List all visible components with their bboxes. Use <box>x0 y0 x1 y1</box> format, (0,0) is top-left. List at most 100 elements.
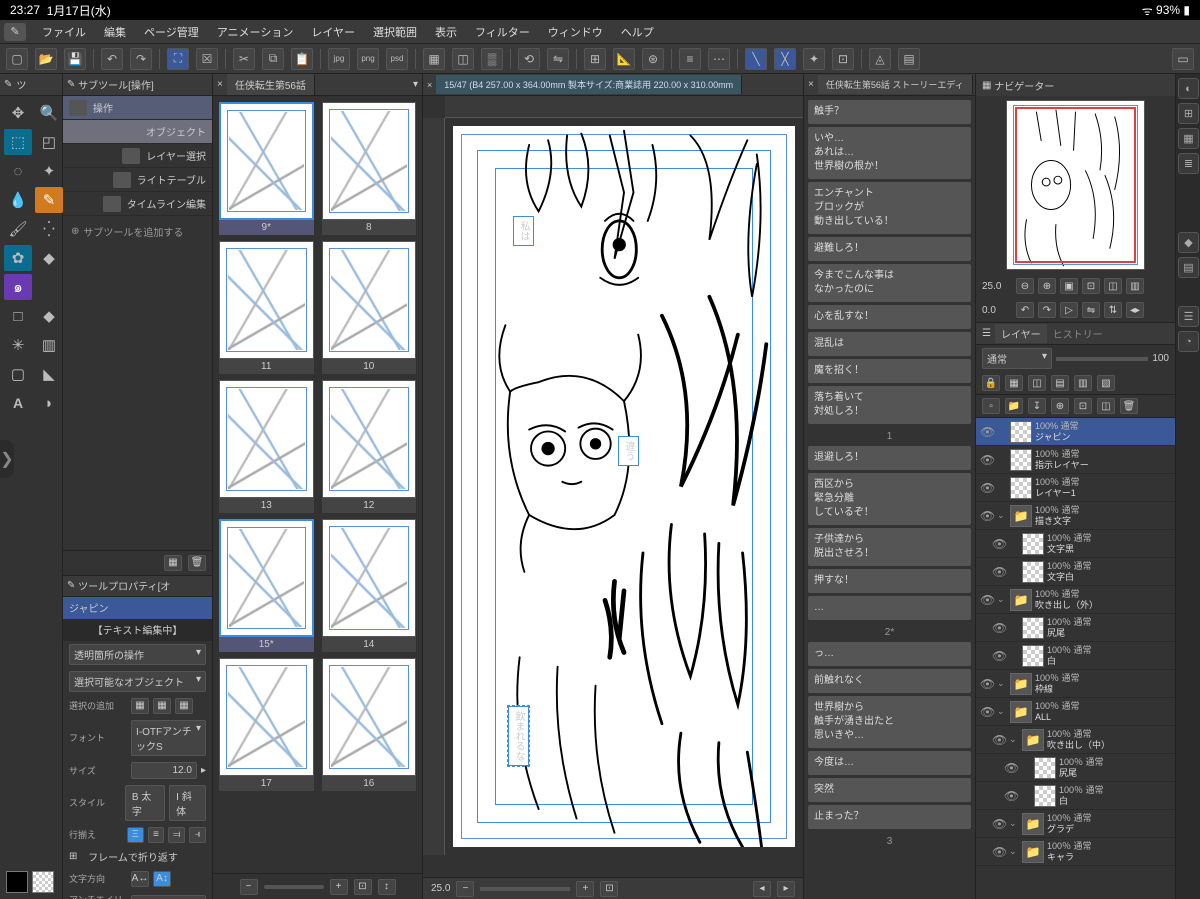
menu-page[interactable]: ページ管理 <box>136 22 207 42</box>
sidetab-icon[interactable]: ◐ <box>1178 78 1199 99</box>
sidetab-icon[interactable]: ⊞ <box>1178 103 1199 124</box>
open-icon[interactable]: 📂 <box>35 48 57 70</box>
page-thumb[interactable] <box>322 102 417 220</box>
delete-layer-icon[interactable]: 🗑 <box>1120 398 1138 414</box>
size-input[interactable]: 12.0 <box>131 762 197 779</box>
fold-icon[interactable]: ⌄ <box>1009 818 1019 829</box>
history-tab[interactable]: ヒストリー <box>1047 324 1109 343</box>
fit-icon[interactable]: ⊡ <box>354 879 372 895</box>
rot-cw-icon[interactable]: ↷ <box>1038 302 1056 318</box>
page-thumb[interactable] <box>322 241 417 359</box>
snap-special-icon[interactable]: ✦ <box>803 48 825 70</box>
copy-icon[interactable]: ⧉ <box>262 48 284 70</box>
nav-icon[interactable]: ⊡ <box>600 881 618 897</box>
visibility-icon[interactable]: 👁 <box>980 425 994 439</box>
visibility-icon[interactable]: 👁 <box>980 705 994 719</box>
sidetab-icon[interactable]: ≣ <box>1178 153 1199 174</box>
addsel-btn[interactable]: ▦ <box>153 698 171 714</box>
blend-tool-icon[interactable]: ๑ <box>4 274 32 300</box>
subtool-item[interactable]: 操作 <box>63 96 212 120</box>
canvas[interactable]: 私は 違う 飲まれるな <box>423 96 803 877</box>
layer-row[interactable]: 👁⌄📁100％ 通常吹き出し（外） <box>976 586 1175 614</box>
fold-icon[interactable]: ⌄ <box>997 678 1007 689</box>
zoom-tool-icon[interactable]: 🔍 <box>35 100 63 126</box>
layer-row[interactable]: 👁100％ 通常白 <box>976 782 1175 810</box>
rect-tool-icon[interactable]: ▢ <box>4 361 32 387</box>
snap-persp-icon[interactable]: ╳ <box>774 48 796 70</box>
menu-layer[interactable]: レイヤー <box>303 22 363 42</box>
text-tool-icon[interactable]: A <box>4 390 32 416</box>
marquee-tool-icon[interactable]: ◌ <box>4 158 32 184</box>
layer-row[interactable]: 👁⌄📁100％ 通常グラデ <box>976 810 1175 838</box>
zoom-in-icon[interactable]: + <box>330 879 348 895</box>
new-layer-icon[interactable]: ▫ <box>982 398 1000 414</box>
layer-row[interactable]: 👁100％ 通常白 <box>976 642 1175 670</box>
text-balloon[interactable]: 違う <box>618 436 639 466</box>
story-line[interactable]: 前触れなく <box>808 669 971 693</box>
story-line[interactable]: 西区から 緊急分離 しているぞ！ <box>808 473 971 525</box>
add-subtool[interactable]: ⊕サブツールを追加する <box>63 216 212 247</box>
asset-icon[interactable]: ◬ <box>869 48 891 70</box>
app-logo[interactable]: ✎ <box>4 23 26 41</box>
visibility-icon[interactable]: 👁 <box>980 509 994 523</box>
redo-icon[interactable]: ↷ <box>130 48 152 70</box>
paste-icon[interactable]: 📋 <box>291 48 313 70</box>
visibility-icon[interactable]: 👁 <box>992 733 1006 747</box>
visibility-icon[interactable]: 👁 <box>992 621 1006 635</box>
manga-page[interactable]: 私は 違う 飲まれるな <box>453 126 795 847</box>
order-icon[interactable]: ↕ <box>378 879 396 895</box>
page-thumb[interactable] <box>219 102 314 220</box>
nav-icon[interactable]: ◂▸ <box>1126 302 1144 318</box>
export-jpg-icon[interactable]: jpg <box>328 48 350 70</box>
text-balloon[interactable]: 私は <box>513 216 534 246</box>
font-select[interactable]: I-OTFアンチックS▾ <box>131 720 206 756</box>
story-tab[interactable]: 任侠転生第56話 ストーリーエディ <box>818 75 973 94</box>
story-line[interactable]: 世界樹から 触手が湧き出たと 思いきや… <box>808 696 971 748</box>
edge-grabber[interactable]: ❯ <box>0 440 14 478</box>
menu-edit[interactable]: 編集 <box>96 22 134 42</box>
tone-icon[interactable]: ▒ <box>481 48 503 70</box>
subtool-menu-icon[interactable]: ▦ <box>164 555 182 571</box>
canvas-flip-icon[interactable]: ⇋ <box>547 48 569 70</box>
sidetab-icon[interactable]: ◆ <box>1178 232 1199 253</box>
page-thumb[interactable] <box>322 658 417 776</box>
visibility-icon[interactable]: 👁 <box>1004 761 1018 775</box>
textdir-h[interactable]: A↔ <box>131 871 149 887</box>
addsel-btn[interactable]: ▦ <box>131 698 149 714</box>
sidetab-icon[interactable]: ◔ <box>1178 331 1199 352</box>
chevron-icon[interactable]: ▸ <box>201 765 206 776</box>
zoom-out-icon[interactable]: ⊖ <box>1016 278 1034 294</box>
layer-btn[interactable]: ⊡ <box>1074 398 1092 414</box>
grid-icon[interactable]: ⊞ <box>584 48 606 70</box>
save-icon[interactable]: 💾 <box>64 48 86 70</box>
line-tool-icon[interactable]: ✳ <box>4 332 32 358</box>
transform-icon[interactable]: ◫ <box>452 48 474 70</box>
pages-tab[interactable]: 任侠転生第56話 <box>227 74 315 95</box>
canvas-tab[interactable]: 15/47 (B4 257.00 x 364.00mm 製本サイズ:商業誌用 2… <box>436 75 742 94</box>
fit-icon[interactable]: ◫ <box>1104 278 1122 294</box>
snap-ruler-icon[interactable]: ╲ <box>745 48 767 70</box>
export-psd-icon[interactable]: psd <box>386 48 408 70</box>
layer-row[interactable]: 👁⌄📁100％ 通常枠線 <box>976 670 1175 698</box>
story-line[interactable]: エンチャント ブロックが 動き出している！ <box>808 182 971 234</box>
bg-color[interactable] <box>32 871 54 893</box>
page-thumb[interactable] <box>219 519 314 637</box>
fold-icon[interactable]: ⌄ <box>1009 734 1019 745</box>
story-line[interactable]: 止まった？ <box>808 805 971 829</box>
sidetab-layers-icon[interactable]: ☰ <box>1178 306 1199 327</box>
aa-select[interactable]: オン▾ <box>131 895 206 899</box>
story-line[interactable]: … <box>808 596 971 620</box>
plus-icon[interactable]: ⊞ <box>69 851 77 862</box>
snap-grid-icon[interactable]: ⊡ <box>832 48 854 70</box>
fit-icon[interactable]: ▣ <box>1060 278 1078 294</box>
layer-row[interactable]: 👁100％ 通常文字黒 <box>976 530 1175 558</box>
subtool-item[interactable]: タイムライン編集 <box>63 192 212 216</box>
story-line[interactable]: 落ち着いて 対処しろ！ <box>808 386 971 424</box>
visibility-icon[interactable]: 👁 <box>992 649 1006 663</box>
page-thumb[interactable] <box>219 658 314 776</box>
story-line[interactable]: 混乱は <box>808 332 971 356</box>
story-line[interactable]: 心を乱すな！ <box>808 305 971 329</box>
resize-icon[interactable]: ⛶ <box>167 48 189 70</box>
balloon-tool-icon[interactable]: ◗ <box>35 390 63 416</box>
layer-btn[interactable]: ▧ <box>1097 375 1115 391</box>
